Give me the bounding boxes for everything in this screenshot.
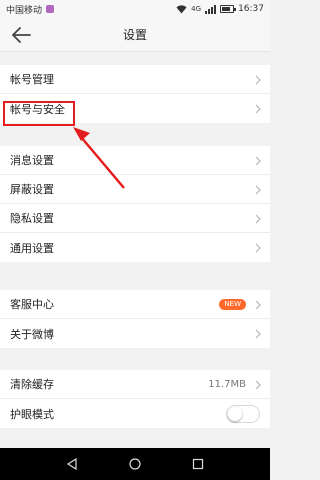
battery-icon bbox=[220, 5, 237, 13]
status-time: 16:37 bbox=[238, 4, 264, 14]
chevron-right-icon bbox=[255, 300, 261, 310]
row-general-settings[interactable]: 通用设置 bbox=[0, 233, 270, 262]
new-badge: NEW bbox=[219, 299, 246, 310]
row-label: 清除缓存 bbox=[10, 378, 54, 391]
row-privacy-settings[interactable]: 隐私设置 bbox=[0, 204, 270, 233]
signal-icon bbox=[205, 4, 217, 14]
page-title: 设置 bbox=[122, 28, 147, 42]
row-eye-protection: 护眼模式 bbox=[0, 399, 270, 428]
highlight-box bbox=[3, 101, 75, 126]
header-bar: 设置 bbox=[0, 18, 270, 52]
row-label: 帐号管理 bbox=[10, 73, 54, 86]
row-label: 护眼模式 bbox=[10, 407, 54, 421]
status-icons: 4G 16:37 bbox=[176, 4, 264, 14]
settings-group-storage-display: 清除缓存 11.7MB 护眼模式 bbox=[0, 370, 270, 428]
cache-size: 11.7MB bbox=[208, 378, 246, 390]
carrier-label: 中国移动 bbox=[6, 5, 43, 16]
back-triangle-icon[interactable] bbox=[66, 458, 78, 470]
chevron-right-icon bbox=[255, 243, 261, 253]
row-label: 隐私设置 bbox=[10, 212, 54, 225]
status-bar: 中国移动 4G 16:37 bbox=[0, 0, 270, 18]
row-about-weibo[interactable]: 关于微博 bbox=[0, 319, 270, 348]
carrier: 中国移动 bbox=[6, 3, 55, 16]
carrier-app-icon bbox=[46, 5, 55, 13]
chevron-right-icon bbox=[255, 75, 261, 85]
eye-protection-toggle[interactable] bbox=[226, 405, 260, 423]
network-type: 4G bbox=[191, 5, 202, 13]
row-label: 关于微博 bbox=[10, 327, 54, 341]
home-circle-icon[interactable] bbox=[129, 458, 141, 470]
row-label: 通用设置 bbox=[10, 241, 54, 255]
chevron-right-icon bbox=[255, 214, 261, 224]
row-clear-cache[interactable]: 清除缓存 11.7MB bbox=[0, 370, 270, 399]
row-label: 屏蔽设置 bbox=[10, 183, 54, 196]
chevron-right-icon bbox=[255, 156, 261, 166]
chevron-right-icon bbox=[255, 104, 261, 114]
chevron-right-icon bbox=[255, 380, 261, 390]
chevron-right-icon bbox=[255, 329, 261, 339]
row-message-settings[interactable]: 消息设置 bbox=[0, 146, 270, 175]
row-block-settings[interactable]: 屏蔽设置 bbox=[0, 175, 270, 204]
wifi-icon bbox=[176, 4, 187, 13]
chevron-right-icon bbox=[255, 185, 261, 195]
recent-square-icon[interactable] bbox=[192, 458, 204, 470]
settings-group-preferences: 消息设置 屏蔽设置 隐私设置 通用设置 bbox=[0, 146, 270, 262]
toggle-knob bbox=[228, 407, 242, 421]
settings-group-support: 客服中心 NEW 关于微博 bbox=[0, 290, 270, 348]
arrow-left-icon[interactable] bbox=[10, 25, 32, 45]
row-label: 客服中心 bbox=[10, 298, 54, 311]
row-label: 消息设置 bbox=[10, 154, 54, 167]
system-nav-bar bbox=[0, 448, 270, 480]
row-account-management[interactable]: 帐号管理 bbox=[0, 65, 270, 94]
row-customer-service[interactable]: 客服中心 NEW bbox=[0, 290, 270, 319]
